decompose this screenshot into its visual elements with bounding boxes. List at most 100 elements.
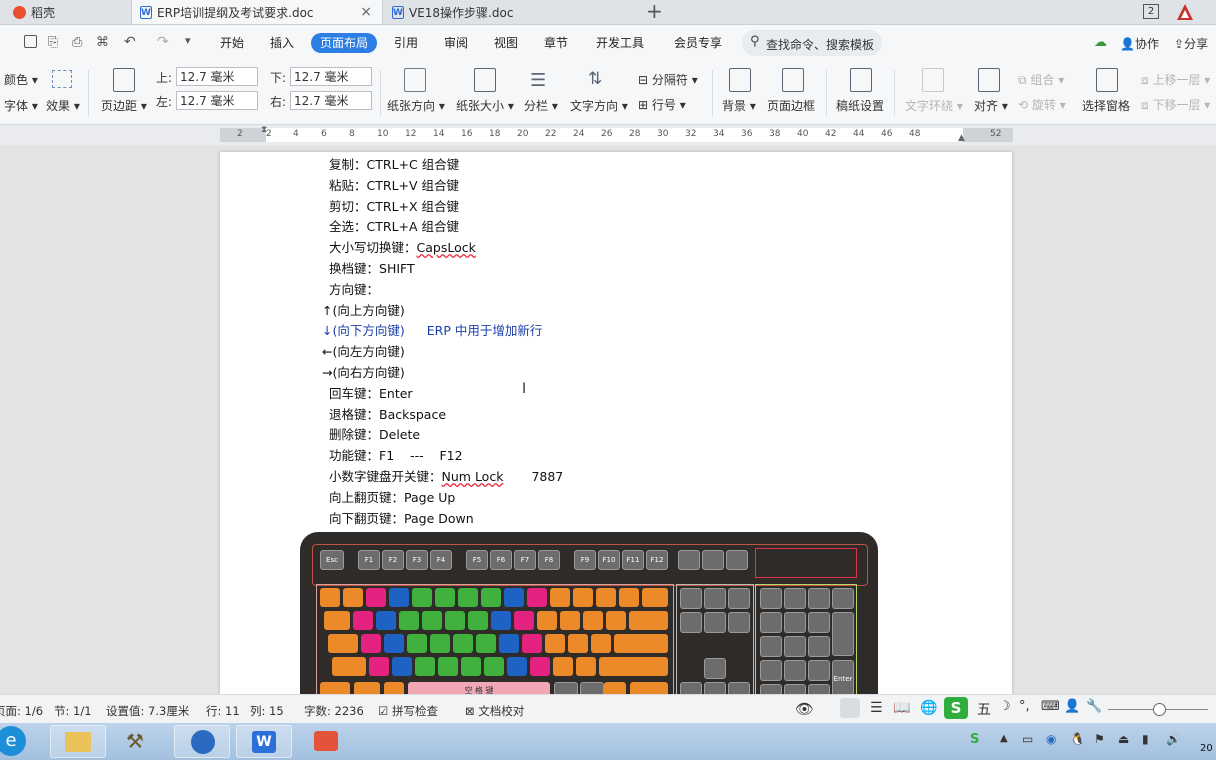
menu-insert[interactable]: 插入: [270, 33, 294, 53]
tray-qq-icon[interactable]: 🐧: [1070, 732, 1085, 746]
menu-references[interactable]: 引用: [394, 33, 418, 53]
output-icon[interactable]: ⎘: [48, 35, 58, 50]
key: [412, 588, 432, 607]
separator-button[interactable]: ⊟ 分隔符 ▾: [638, 71, 698, 88]
taskbar-tool[interactable]: ⚒: [112, 725, 168, 758]
wrench-icon[interactable]: 🔧: [1086, 699, 1102, 714]
paper-size-button[interactable]: 纸张大小 ▾: [456, 97, 514, 114]
horizontal-ruler[interactable]: 2 2 4 6 8 10 12 14 16 18 20 22 24 26 28 30 32 34 36 38 40 42 4…: [0, 125, 1216, 145]
ime-mode[interactable]: 五: [977, 699, 991, 719]
keyboard-icon[interactable]: ⌨: [1041, 699, 1060, 714]
line-number-button[interactable]: ⊞ 行号 ▾: [638, 96, 686, 113]
new-tab-plus-icon[interactable]: +: [646, 0, 663, 22]
group-button[interactable]: ⧉ 组合 ▾: [1018, 71, 1064, 88]
customize-chevron-icon[interactable]: ▾: [185, 34, 191, 47]
tray-network-icon[interactable]: ▮: [1142, 732, 1149, 746]
label: 旋转: [1031, 98, 1056, 112]
key-f9: F9: [574, 550, 596, 570]
tray-expand-icon[interactable]: ▲: [1000, 733, 1008, 744]
status-page[interactable]: 页面: 1/6: [0, 703, 43, 719]
right-indent-marker-icon[interactable]: ▲: [958, 133, 965, 143]
page-border-button[interactable]: 页面边框: [767, 97, 815, 114]
rotate-button[interactable]: ⟲ 旋转 ▾: [1018, 96, 1066, 113]
page-view-icon[interactable]: [840, 698, 860, 718]
key-esc: Esc: [320, 550, 344, 570]
right-margin-input[interactable]: 12.7 毫米: [290, 91, 372, 110]
spell-check-button[interactable]: ☑ 拼写检查: [378, 703, 438, 719]
line-label: ↑(向上方向键): [322, 302, 405, 318]
menu-developer[interactable]: 开发工具: [596, 33, 644, 53]
taskbar-wps-writer[interactable]: W: [236, 725, 292, 758]
save-icon[interactable]: [24, 35, 37, 48]
redo-icon[interactable]: ↷: [157, 34, 169, 50]
menu-view[interactable]: 视图: [494, 33, 518, 53]
command-search[interactable]: ⚲ 查找命令、搜索模板: [742, 30, 882, 56]
text-wrap-button[interactable]: 文字环绕 ▾: [905, 97, 963, 114]
menu-chapter[interactable]: 章节: [544, 33, 568, 53]
tray-browser-icon[interactable]: ◉: [1046, 732, 1056, 746]
theme-color-button[interactable]: 颜色 ▾: [4, 71, 38, 88]
background-icon: [729, 68, 751, 92]
menu-page-layout[interactable]: 页面布局: [311, 33, 378, 53]
taskbar-browser[interactable]: [174, 725, 230, 758]
share-button[interactable]: ⇪分享: [1174, 35, 1208, 52]
cloud-sync-icon[interactable]: ☁: [1094, 35, 1107, 50]
line-number-icon: ⊞: [638, 98, 649, 112]
theme-effect-button[interactable]: 效果 ▾: [46, 97, 80, 114]
status-word-count[interactable]: 字数: 2236: [304, 703, 364, 719]
close-icon[interactable]: ×: [360, 4, 372, 20]
text-direction-button[interactable]: 文字方向 ▾: [570, 97, 628, 114]
key: [328, 634, 358, 653]
tab-erp-doc[interactable]: W ERP培训提纲及考试要求.doc ×: [131, 0, 383, 24]
web-view-icon[interactable]: 🌐: [920, 700, 937, 716]
taskbar-recorder[interactable]: [298, 725, 354, 758]
tab-ve18-doc[interactable]: W VE18操作步骤.doc: [384, 0, 634, 24]
bottom-margin-input[interactable]: 12.7 毫米: [290, 67, 372, 86]
tray-device-icon[interactable]: ▭: [1022, 732, 1033, 746]
label: 字体: [4, 99, 29, 113]
undo-icon[interactable]: ↶: [124, 34, 136, 50]
key: [808, 636, 830, 657]
format-painter-icon[interactable]: ⌘: [96, 35, 109, 50]
taskbar-explorer[interactable]: [50, 725, 106, 758]
reading-view-icon[interactable]: 📖: [893, 700, 910, 716]
columns-button[interactable]: 分栏 ▾: [524, 97, 558, 114]
theme-effect-icon[interactable]: [52, 70, 72, 88]
sogou-logo-icon[interactable]: S: [944, 697, 968, 719]
punctuation-icon[interactable]: °,: [1019, 699, 1030, 714]
key-f11: F11: [622, 550, 644, 570]
window-count-badge[interactable]: 2: [1143, 4, 1159, 19]
tray-flag-icon[interactable]: ⚑: [1094, 732, 1105, 746]
print-icon[interactable]: ⎙: [72, 35, 82, 50]
tab-docer[interactable]: 稻壳: [0, 0, 130, 24]
tray-volume-icon[interactable]: 🔊: [1166, 732, 1181, 746]
align-button[interactable]: 对齐 ▾: [974, 97, 1008, 114]
proofread-button[interactable]: ⊠ 文档校对: [465, 703, 524, 719]
ie-icon[interactable]: e: [0, 726, 26, 756]
collab-button[interactable]: 👤协作: [1120, 35, 1159, 52]
paper-settings-button[interactable]: 稿纸设置: [836, 97, 884, 114]
zoom-slider-handle[interactable]: [1153, 703, 1166, 716]
margins-button[interactable]: 页边距 ▾: [101, 97, 147, 114]
tray-usb-icon[interactable]: ⏏: [1118, 732, 1129, 746]
indent-marker-icon[interactable]: ⧗: [261, 125, 267, 135]
moon-icon[interactable]: ☽: [999, 699, 1011, 714]
menu-review[interactable]: 审阅: [444, 33, 468, 53]
outline-view-icon[interactable]: ☰: [870, 700, 883, 716]
background-button[interactable]: 背景 ▾: [722, 97, 756, 114]
menu-member[interactable]: 会员专享: [674, 33, 722, 53]
ruler-number: 32: [685, 129, 697, 139]
send-backward-button[interactable]: ⧈ 下移一层 ▾: [1141, 96, 1210, 113]
avatar[interactable]: [1176, 3, 1194, 21]
tray-sogou-icon[interactable]: S: [970, 732, 979, 747]
orientation-button[interactable]: 纸张方向 ▾: [387, 97, 445, 114]
tray-clock[interactable]: 20: [1200, 743, 1213, 754]
selection-pane-button[interactable]: 选择窗格: [1082, 97, 1130, 114]
menu-home[interactable]: 开始: [220, 33, 244, 53]
theme-font-button[interactable]: 字体 ▾: [4, 97, 38, 114]
user-icon[interactable]: 👤: [1064, 699, 1080, 714]
bring-forward-button[interactable]: ⧈ 上移一层 ▾: [1141, 71, 1210, 88]
eye-protection-icon[interactable]: 👁: [795, 700, 814, 718]
left-margin-input[interactable]: 12.7 毫米: [176, 91, 258, 110]
top-margin-input[interactable]: 12.7 毫米: [176, 67, 258, 86]
